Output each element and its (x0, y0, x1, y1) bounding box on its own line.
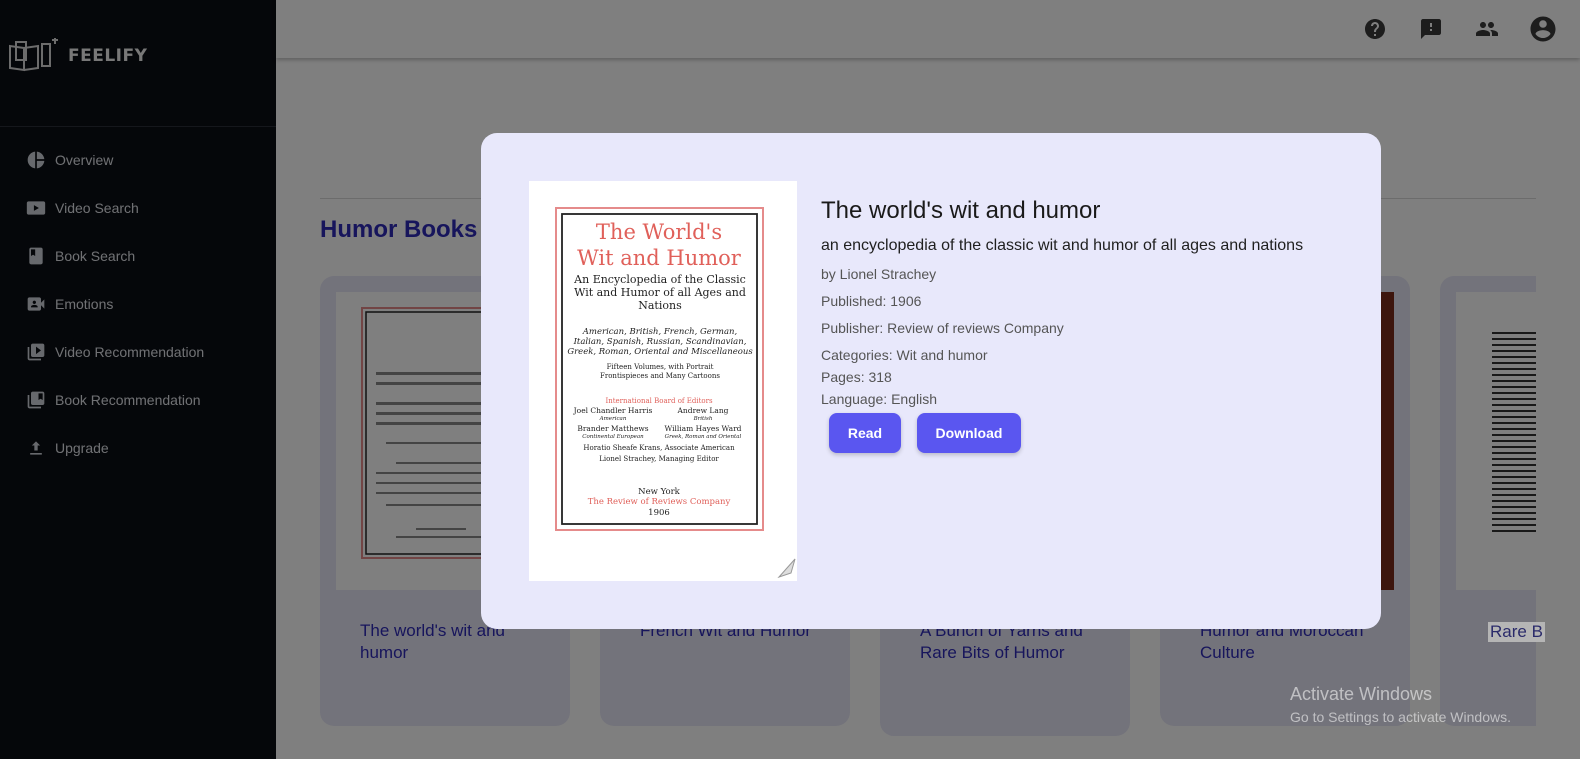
book-language: Language: English (821, 391, 937, 407)
cover-heading-2: Wit and Humor (577, 246, 742, 270)
book-detail-modal: The World's Wit and Humor An Encyclopedi… (481, 133, 1381, 629)
book-info: The world's wit and humor an encyclopedi… (821, 197, 1361, 453)
cover-origins: American, British, French, German, Itali… (567, 327, 753, 357)
book-categories: Categories: Wit and humor (821, 347, 988, 363)
book-author: by Lionel Strachey (821, 266, 937, 282)
cover-editor-1-note: American (599, 416, 627, 422)
cover-heading-1: The World's (596, 220, 722, 244)
cover-editor-4-note: Greek, Roman and Oriental (665, 434, 742, 440)
book-actions: Read Download (829, 413, 1361, 453)
cover-editor-3: Brander Matthews (577, 424, 648, 433)
read-button[interactable]: Read (829, 413, 901, 453)
cover-company: The Review of Reviews Company (588, 497, 731, 507)
book-subtitle: an encyclopedia of the classic wit and h… (821, 237, 1304, 254)
cover-editor-2: Andrew Lang (677, 406, 729, 415)
book-cover-image: The World's Wit and Humor An Encyclopedi… (529, 181, 797, 581)
cover-editor-2-note: British (693, 416, 713, 422)
watermark-line-1: Activate Windows (1290, 684, 1433, 704)
windows-activation-watermark: Activate Windows Go to Settings to activ… (1290, 684, 1511, 725)
cover-board-title: International Board of Editors (605, 397, 712, 405)
book-card-title-partial[interactable]: Rare B (1488, 622, 1545, 642)
cover-year: 1906 (648, 508, 670, 518)
cover-editor-5: Horatio Sheafe Krans, Associate American (583, 444, 735, 452)
cover-city: New York (638, 487, 680, 497)
cover-editor-3-note: Continental European (582, 434, 644, 440)
download-button[interactable]: Download (917, 413, 1021, 453)
cover-volumes: Fifteen Volumes, with Portrait Frontispi… (600, 363, 720, 380)
cover-editor-6: Lionel Strachey, Managing Editor (599, 455, 719, 463)
book-title: The world's wit and humor (821, 197, 1101, 224)
book-publisher: Publisher: Review of reviews Company (821, 320, 1064, 336)
book-published: Published: 1906 (821, 293, 922, 309)
cover-editor-1: Joel Chandler Harris (573, 406, 653, 415)
book-pages: Pages: 318 (821, 369, 892, 385)
watermark-line-2: Go to Settings to activate Windows. (1290, 709, 1511, 725)
cover-editor-4: William Hayes Ward (665, 424, 742, 433)
cover-subheading: An Encyclopedia of the Classic Wit and H… (574, 273, 746, 312)
